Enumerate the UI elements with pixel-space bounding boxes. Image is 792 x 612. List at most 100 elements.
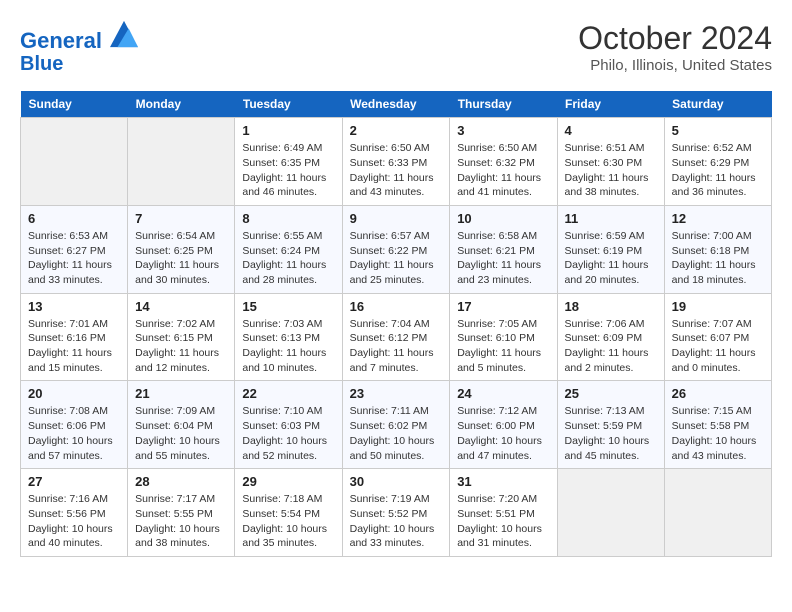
- day-number: 10: [457, 211, 549, 226]
- day-detail: Sunrise: 6:57 AMSunset: 6:22 PMDaylight:…: [350, 229, 443, 288]
- calendar-cell: 15 Sunrise: 7:03 AMSunset: 6:13 PMDayligh…: [235, 293, 342, 381]
- title-block: October 2024 Philo, Illinois, United Sta…: [578, 20, 772, 74]
- day-number: 30: [350, 474, 443, 489]
- day-detail: Sunrise: 6:50 AMSunset: 6:32 PMDaylight:…: [457, 141, 549, 200]
- calendar-cell: 28Sunrise: 7:17 AMSunset: 5:55 PMDayligh…: [128, 469, 235, 557]
- day-number: 6: [28, 211, 120, 226]
- col-header-friday: Friday: [557, 91, 664, 118]
- day-number: 16: [350, 299, 443, 314]
- logo-icon: [110, 20, 138, 48]
- day-detail: Sunrise: 7:16 AMSunset: 5:56 PMDaylight:…: [28, 492, 120, 551]
- calendar-cell: 27Sunrise: 7:16 AMSunset: 5:56 PMDayligh…: [21, 469, 128, 557]
- calendar-cell: 3 Sunrise: 6:50 AMSunset: 6:32 PMDaylight…: [450, 118, 557, 206]
- day-number: 15: [242, 299, 334, 314]
- col-header-sunday: Sunday: [21, 91, 128, 118]
- day-number: 1: [242, 123, 334, 138]
- calendar-cell: 26 Sunrise: 7:15 AMSunset: 5:58 PMDayligh…: [664, 381, 771, 469]
- day-detail: Sunrise: 7:09 AMSunset: 6:04 PMDaylight:…: [135, 404, 227, 463]
- calendar-cell: 5Sunrise: 6:52 AMSunset: 6:29 PMDaylight…: [664, 118, 771, 206]
- calendar-cell: 13 Sunrise: 7:01 AMSunset: 6:16 PMDayligh…: [21, 293, 128, 381]
- logo-general: General: [20, 28, 102, 53]
- calendar-cell: 31Sunrise: 7:20 AMSunset: 5:51 PMDayligh…: [450, 469, 557, 557]
- calendar-cell: 24 Sunrise: 7:12 AMSunset: 6:00 PMDayligh…: [450, 381, 557, 469]
- day-detail: Sunrise: 7:12 AMSunset: 6:00 PMDaylight:…: [457, 404, 549, 463]
- col-header-saturday: Saturday: [664, 91, 771, 118]
- calendar-cell: 7Sunrise: 6:54 AMSunset: 6:25 PMDaylight…: [128, 205, 235, 293]
- calendar-cell: 29 Sunrise: 7:18 AMSunset: 5:54 PMDayligh…: [235, 469, 342, 557]
- calendar-cell: 23Sunrise: 7:11 AMSunset: 6:02 PMDayligh…: [342, 381, 450, 469]
- day-detail: Sunrise: 6:55 AMSunset: 6:24 PMDaylight:…: [242, 229, 334, 288]
- calendar-cell: 16 Sunrise: 7:04 AMSunset: 6:12 PMDayligh…: [342, 293, 450, 381]
- logo: General Blue: [20, 20, 138, 75]
- calendar-week-row: 13 Sunrise: 7:01 AMSunset: 6:16 PMDayligh…: [21, 293, 772, 381]
- day-detail: Sunrise: 7:08 AMSunset: 6:06 PMDaylight:…: [28, 404, 120, 463]
- calendar-cell: 1Sunrise: 6:49 AMSunset: 6:35 PMDaylight…: [235, 118, 342, 206]
- day-detail: Sunrise: 7:06 AMSunset: 6:09 PMDaylight:…: [565, 317, 657, 376]
- calendar-table: SundayMondayTuesdayWednesdayThursdayFrid…: [20, 91, 772, 557]
- calendar-week-row: 1Sunrise: 6:49 AMSunset: 6:35 PMDaylight…: [21, 118, 772, 206]
- day-detail: Sunrise: 7:19 AMSunset: 5:52 PMDaylight:…: [350, 492, 443, 551]
- day-detail: Sunrise: 7:13 AMSunset: 5:59 PMDaylight:…: [565, 404, 657, 463]
- day-detail: Sunrise: 7:17 AMSunset: 5:55 PMDaylight:…: [135, 492, 227, 551]
- day-detail: Sunrise: 6:58 AMSunset: 6:21 PMDaylight:…: [457, 229, 549, 288]
- day-detail: Sunrise: 7:00 AMSunset: 6:18 PMDaylight:…: [672, 229, 764, 288]
- day-detail: Sunrise: 6:53 AMSunset: 6:27 PMDaylight:…: [28, 229, 120, 288]
- day-number: 8: [242, 211, 334, 226]
- day-number: 26: [672, 386, 764, 401]
- day-number: 3: [457, 123, 549, 138]
- day-number: 21: [135, 386, 227, 401]
- calendar-cell: 17Sunrise: 7:05 AMSunset: 6:10 PMDayligh…: [450, 293, 557, 381]
- day-number: 29: [242, 474, 334, 489]
- calendar-week-row: 6 Sunrise: 6:53 AMSunset: 6:27 PMDaylight…: [21, 205, 772, 293]
- day-number: 23: [350, 386, 443, 401]
- day-detail: Sunrise: 7:07 AMSunset: 6:07 PMDaylight:…: [672, 317, 764, 376]
- day-detail: Sunrise: 7:18 AMSunset: 5:54 PMDaylight:…: [242, 492, 334, 551]
- day-detail: Sunrise: 7:03 AMSunset: 6:13 PMDaylight:…: [242, 317, 334, 376]
- day-number: 18: [565, 299, 657, 314]
- day-number: 19: [672, 299, 764, 314]
- col-header-thursday: Thursday: [450, 91, 557, 118]
- calendar-cell: 8 Sunrise: 6:55 AMSunset: 6:24 PMDaylight…: [235, 205, 342, 293]
- calendar-cell: 30 Sunrise: 7:19 AMSunset: 5:52 PMDayligh…: [342, 469, 450, 557]
- calendar-cell: [557, 469, 664, 557]
- calendar-cell: 21 Sunrise: 7:09 AMSunset: 6:04 PMDayligh…: [128, 381, 235, 469]
- day-detail: Sunrise: 7:05 AMSunset: 6:10 PMDaylight:…: [457, 317, 549, 376]
- day-detail: Sunrise: 6:59 AMSunset: 6:19 PMDaylight:…: [565, 229, 657, 288]
- day-detail: Sunrise: 7:04 AMSunset: 6:12 PMDaylight:…: [350, 317, 443, 376]
- page-header: General Blue October 2024 Philo, Illinoi…: [20, 20, 772, 75]
- day-number: 22: [242, 386, 334, 401]
- day-detail: Sunrise: 7:02 AMSunset: 6:15 PMDaylight:…: [135, 317, 227, 376]
- col-header-monday: Monday: [128, 91, 235, 118]
- calendar-cell: 4 Sunrise: 6:51 AMSunset: 6:30 PMDaylight…: [557, 118, 664, 206]
- col-header-tuesday: Tuesday: [235, 91, 342, 118]
- day-number: 4: [565, 123, 657, 138]
- calendar-cell: 11 Sunrise: 6:59 AMSunset: 6:19 PMDayligh…: [557, 205, 664, 293]
- day-number: 2: [350, 123, 443, 138]
- day-number: 13: [28, 299, 120, 314]
- calendar-cell: [128, 118, 235, 206]
- day-detail: Sunrise: 7:01 AMSunset: 6:16 PMDaylight:…: [28, 317, 120, 376]
- calendar-cell: 18 Sunrise: 7:06 AMSunset: 6:09 PMDayligh…: [557, 293, 664, 381]
- calendar-cell: 2 Sunrise: 6:50 AMSunset: 6:33 PMDaylight…: [342, 118, 450, 206]
- calendar-cell: 19 Sunrise: 7:07 AMSunset: 6:07 PMDayligh…: [664, 293, 771, 381]
- calendar-cell: 10 Sunrise: 6:58 AMSunset: 6:21 PMDayligh…: [450, 205, 557, 293]
- day-number: 7: [135, 211, 227, 226]
- day-number: 14: [135, 299, 227, 314]
- calendar-cell: 22Sunrise: 7:10 AMSunset: 6:03 PMDayligh…: [235, 381, 342, 469]
- day-number: 11: [565, 211, 657, 226]
- day-detail: Sunrise: 7:15 AMSunset: 5:58 PMDaylight:…: [672, 404, 764, 463]
- day-number: 20: [28, 386, 120, 401]
- col-header-wednesday: Wednesday: [342, 91, 450, 118]
- logo-text: General: [20, 20, 138, 53]
- day-number: 5: [672, 123, 764, 138]
- calendar-cell: 25Sunrise: 7:13 AMSunset: 5:59 PMDayligh…: [557, 381, 664, 469]
- logo-blue: Blue: [20, 53, 138, 75]
- day-detail: Sunrise: 6:51 AMSunset: 6:30 PMDaylight:…: [565, 141, 657, 200]
- calendar-cell: 20 Sunrise: 7:08 AMSunset: 6:06 PMDayligh…: [21, 381, 128, 469]
- day-detail: Sunrise: 6:50 AMSunset: 6:33 PMDaylight:…: [350, 141, 443, 200]
- day-number: 24: [457, 386, 549, 401]
- calendar-cell: [21, 118, 128, 206]
- calendar-cell: [664, 469, 771, 557]
- page-title: October 2024: [578, 20, 772, 57]
- calendar-header-row: SundayMondayTuesdayWednesdayThursdayFrid…: [21, 91, 772, 118]
